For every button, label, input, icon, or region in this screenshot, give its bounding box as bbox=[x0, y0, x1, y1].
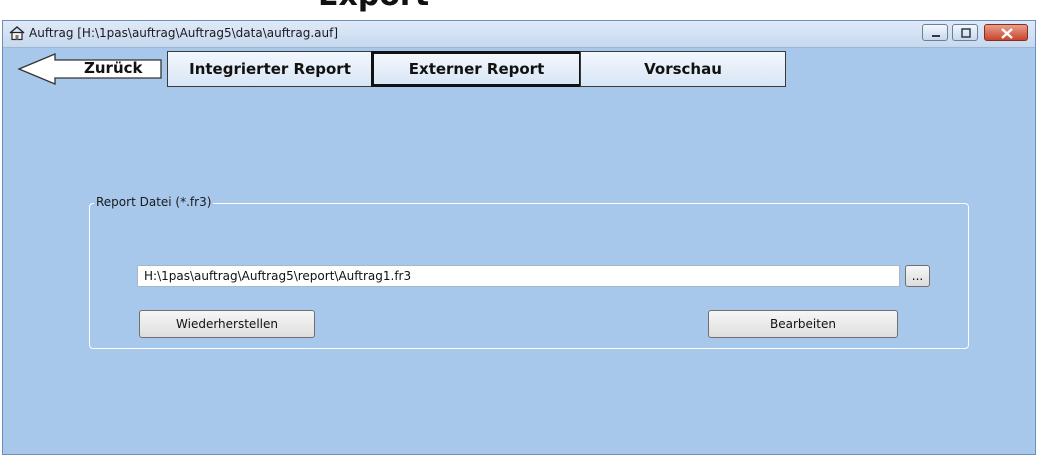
maximize-icon bbox=[961, 28, 971, 38]
house-icon bbox=[9, 25, 25, 41]
tab-integrierter-report[interactable]: Integrierter Report bbox=[167, 51, 373, 87]
maximize-button[interactable] bbox=[952, 24, 978, 41]
title-bar[interactable]: Auftrag [H:\1pas\auftrag\Auftrag5\data\a… bbox=[3, 21, 1035, 48]
report-file-group-label: Report Datei (*.fr3) bbox=[94, 195, 214, 209]
tab-externer-report[interactable]: Externer Report bbox=[371, 51, 582, 87]
restore-button[interactable]: Wiederherstellen bbox=[139, 310, 315, 338]
edit-button[interactable]: Bearbeiten bbox=[708, 310, 898, 338]
report-file-path-input[interactable]: H:\1pas\auftrag\Auftrag5\report\Auftrag1… bbox=[137, 265, 900, 287]
browse-button[interactable]: ... bbox=[905, 265, 930, 287]
minimize-button[interactable] bbox=[922, 24, 948, 41]
close-icon bbox=[1001, 28, 1013, 39]
back-label[interactable]: Zurück bbox=[84, 59, 143, 77]
window-title: Auftrag [H:\1pas\auftrag\Auftrag5\data\a… bbox=[29, 26, 339, 40]
tab-vorschau[interactable]: Vorschau bbox=[580, 51, 786, 87]
minimize-icon bbox=[932, 35, 940, 37]
close-button[interactable] bbox=[984, 24, 1028, 41]
top-heading: Export bbox=[318, 0, 429, 13]
